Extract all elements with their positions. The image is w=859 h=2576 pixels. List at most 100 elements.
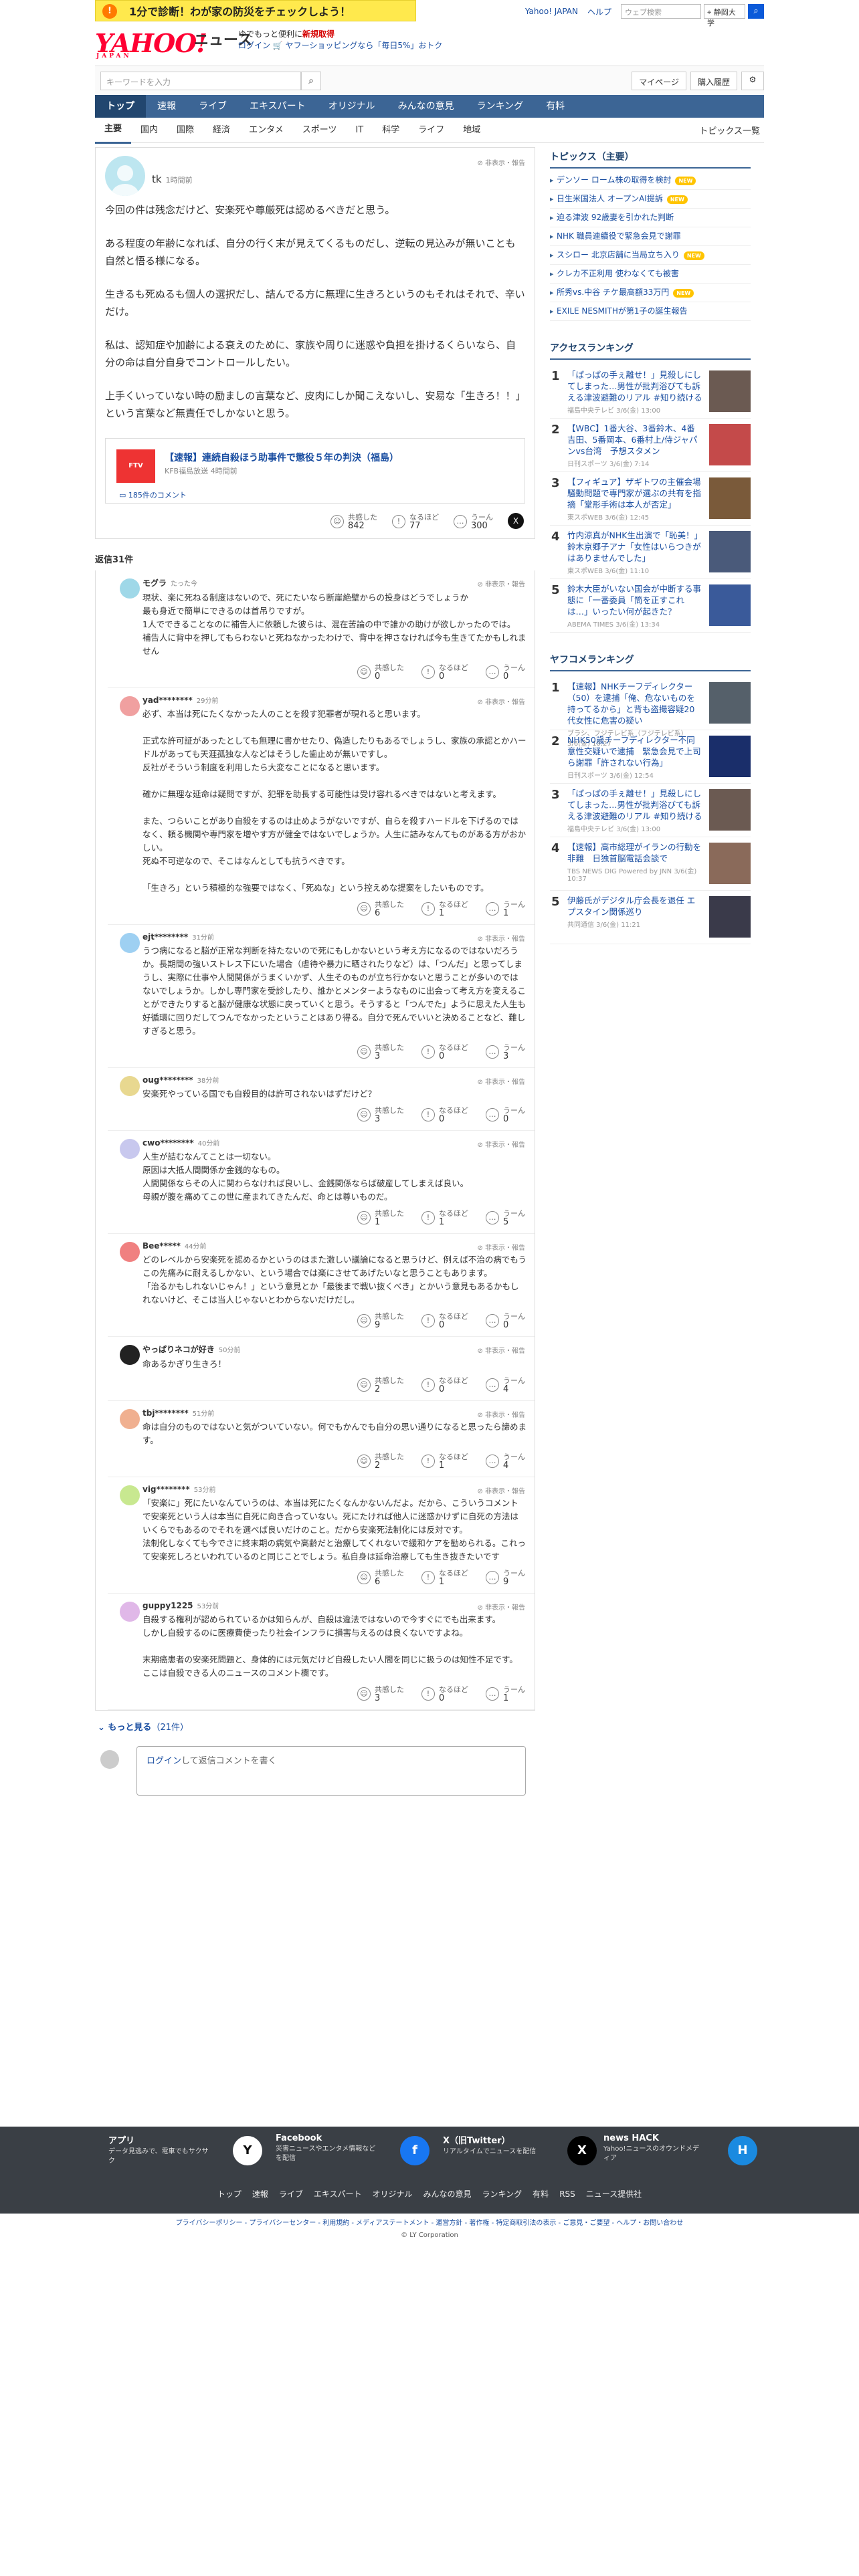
signup-link[interactable]: 新規取得 [302,29,335,39]
hide-report-link[interactable]: ⊘ 非表示・報告 [477,1409,525,1419]
topic-item[interactable]: NHK 職員連續役で緊急会見で謝罪 [550,227,751,246]
nav-live[interactable]: ライブ [187,95,238,118]
empathy-button[interactable]: ☺ 共感した 9 [357,1312,404,1329]
ranking-item[interactable]: 5 鈴木大臣がいない国会が中断する事態に「一番委員「筒を正すこれは…」いったい何が… [550,579,751,633]
subnav-economy[interactable]: 経済 [203,118,240,143]
subnav-main[interactable]: 主要 [95,116,132,144]
hide-report-link[interactable]: ⊘ 非表示・報告 [477,1139,525,1149]
subnav-life[interactable]: ライフ [409,118,454,143]
naruhodo-button[interactable]: ! なるほど 0 [421,663,468,681]
ranking-title[interactable]: 【フィギュア】ザギトワの主催会場騒動問題で専門家が選ぶの共有を指摘「堂形手術は本… [567,472,702,510]
uun-button[interactable]: … うーん 0 [486,1312,525,1329]
naruhodo-button[interactable]: ! なるほど 1 [421,1453,468,1470]
legal-links[interactable]: プライバシーポリシー - プライバシーセンター - 利用規約 - メディアステー… [0,2218,859,2230]
topic-item[interactable]: 日生米国法人 オープンAI提訴NEW [550,190,751,209]
footer-link[interactable]: RSS [559,2189,575,2199]
footer-link[interactable]: エキスパート [314,2189,362,2199]
topic-item[interactable]: 迫る津波 92歳妻を引かれた判断 [550,209,751,227]
help-link[interactable]: ヘルプ [587,6,611,17]
naruhodo-button[interactable]: ! なるほど 0 [421,1376,468,1394]
uun-button[interactable]: … うーん 1 [486,1685,525,1703]
footer-facebook[interactable]: Facebook 災害ニュースやエンタメ情報などを配信 f [276,2133,430,2165]
uun-button[interactable]: … うーん 4 [486,1453,525,1470]
yahoo-japan-link[interactable]: Yahoo! JAPAN [525,7,578,16]
reply-author[interactable]: guppy1225 53分前 [142,1600,527,1610]
footer-link[interactable]: オリジナル [373,2189,413,2199]
article-comments-link[interactable]: ▭ 185件のコメント [119,490,187,500]
uun-button[interactable]: … うーん 0 [486,1106,525,1123]
empathy-button[interactable]: ☺ 共感した 6 [357,900,404,918]
location-select[interactable]: ⌖ 静岡大学 [704,4,745,27]
subnav-sports[interactable]: スポーツ [293,118,347,143]
nav-paid[interactable]: 有料 [535,95,576,118]
ranking-item[interactable]: 5 伊藤氏がデジタル庁会長を退任 エプスタイン関係巡り 共同通信 3/6(金) 11… [550,891,751,944]
uun-button[interactable]: … うーん 4 [486,1376,525,1394]
reply-author[interactable]: yad******** 29分前 [142,695,527,705]
footer-link[interactable]: ニュース提供社 [586,2189,642,2199]
footer-link[interactable]: 速報 [252,2189,268,2199]
uun-button[interactable]: … うーん 300 [454,513,493,530]
subnav-world[interactable]: 国際 [167,118,203,143]
reply-author[interactable]: モグラ たった今 [142,577,527,588]
show-more-button[interactable]: ⌄ もっと見る（21件） [95,1711,535,1739]
topic-item[interactable]: 所秀vs.中谷 チケ最高額33万円NEW [550,284,751,302]
naruhodo-button[interactable]: ! なるほど 77 [392,513,439,530]
reply-input[interactable]: ログインして返信コメントを書く [136,1746,526,1796]
ranking-item[interactable]: 3 「ぱっぱの手ぇ離せ！」見殺しにしてしまった…男性が批判浴びても訴える津波避難の… [550,784,751,837]
yahoo-logo[interactable]: YAHOO! JAPAN [95,28,207,60]
purchase-history-button[interactable]: 購入履歴 [690,72,737,90]
linked-article[interactable]: FTV 【速報】連続自殺ほう助事件で懲役５年の判決（福島） KFB福島放送 4時… [105,438,525,504]
ranking-title[interactable]: 鈴木大臣がいない国会が中断する事態に「一番委員「筒を正すこれは…」いったい何が起… [567,579,702,617]
hide-report-link[interactable]: ⊘ 非表示・報告 [477,578,525,588]
subnav-entertainment[interactable]: エンタメ [240,118,293,143]
empathy-button[interactable]: ☺ 共感した 3 [357,1043,404,1061]
topic-item[interactable]: EXILE NESMITHが第1子の誕生報告 [550,302,751,321]
uun-button[interactable]: … うーん 5 [486,1209,525,1226]
footer-x[interactable]: X（旧Twitter） リアルタイムでニュースを配信 X [443,2133,597,2165]
ranking-item[interactable]: 2 NHK50歳チーフディレクター不同意性交疑いで逮捕 緊急会見で上司ら謝罪「許さ… [550,730,751,784]
reply-author[interactable]: ejt******** 31分前 [142,932,527,942]
uun-button[interactable]: … うーん 3 [486,1043,525,1061]
ranking-item[interactable]: 2 【WBC】1番大谷、3番鈴木、4番吉田、5番岡本、6番村上/侍ジャパンvs台湾… [550,419,751,472]
ranking-title[interactable]: 竹内涼真がNHK生出演で「恥美！」鈴木京郷子アナ「女性はいらつきがはありませんで… [567,526,702,564]
hide-report-link[interactable]: ⊘ 非表示・報告 [477,933,525,943]
nav-original[interactable]: オリジナル [317,95,387,118]
ranking-title[interactable]: 「ぱっぱの手ぇ離せ！」見殺しにしてしまった…男性が批判浴びても訴える津波避難のリ… [567,365,702,403]
nav-breaking[interactable]: 速報 [146,95,187,118]
hide-report-link[interactable]: ⊘ 非表示・報告 [477,157,525,167]
empathy-button[interactable]: ☺ 共感した 0 [357,663,404,681]
mypage-button[interactable]: マイページ [632,72,686,90]
subnav-it[interactable]: IT [346,118,373,143]
hide-report-link[interactable]: ⊘ 非表示・報告 [477,1242,525,1252]
x-share-icon[interactable]: X [508,513,524,529]
reply-author[interactable]: tbj******** 51分前 [142,1408,527,1418]
nav-opinions[interactable]: みんなの意見 [387,95,466,118]
empathy-button[interactable]: ☺ 共感した 3 [357,1685,404,1703]
uun-button[interactable]: … うーん 0 [486,663,525,681]
hide-report-link[interactable]: ⊘ 非表示・報告 [477,1345,525,1355]
reply-author[interactable]: vig******** 53分前 [142,1484,527,1494]
search-icon[interactable]: ⌕ [748,4,764,19]
naruhodo-button[interactable]: ! なるほど 1 [421,900,468,918]
ranking-title[interactable]: 【速報】高市総理がイランの行動を非難 日独首脳電話会談で [567,837,702,864]
naruhodo-button[interactable]: ! なるほど 0 [421,1106,468,1123]
footer-newshack[interactable]: news HACK Yahoo!ニュースのオウンドメディア H [603,2133,757,2165]
promo-banner[interactable]: ! 1分で診断！わが家の防災をチェックしよう！ [95,0,416,21]
footer-link[interactable]: トップ [217,2189,242,2199]
search-icon[interactable]: ⌕ [301,72,321,90]
empathy-button[interactable]: ☺ 共感した 2 [357,1453,404,1470]
naruhodo-button[interactable]: ! なるほど 1 [421,1569,468,1586]
login-link[interactable]: ログイン [147,1756,181,1766]
empathy-button[interactable]: ☺ 共感した 1 [357,1209,404,1226]
subnav-science[interactable]: 科学 [373,118,409,143]
uun-button[interactable]: … うーん 9 [486,1569,525,1586]
empathy-button[interactable]: ☺ 共感した 3 [357,1106,404,1123]
reply-author[interactable]: oug******** 38分前 [142,1075,527,1085]
ranking-title[interactable]: 【WBC】1番大谷、3番鈴木、4番吉田、5番岡本、6番村上/侍ジャパンvs台湾 … [567,419,702,457]
shopping-link[interactable]: ヤフーショッピングなら「毎日5%」おトク [286,41,443,50]
nav-expert[interactable]: エキスパート [238,95,317,118]
gear-icon[interactable]: ⚙ [741,72,764,90]
reply-author[interactable]: Bee***** 44分前 [142,1241,527,1251]
comment-author[interactable]: tk 1時間前 [152,173,193,185]
article-title[interactable]: 【速報】連続自殺ほう助事件で懲役５年の判決（福島） [165,451,399,464]
